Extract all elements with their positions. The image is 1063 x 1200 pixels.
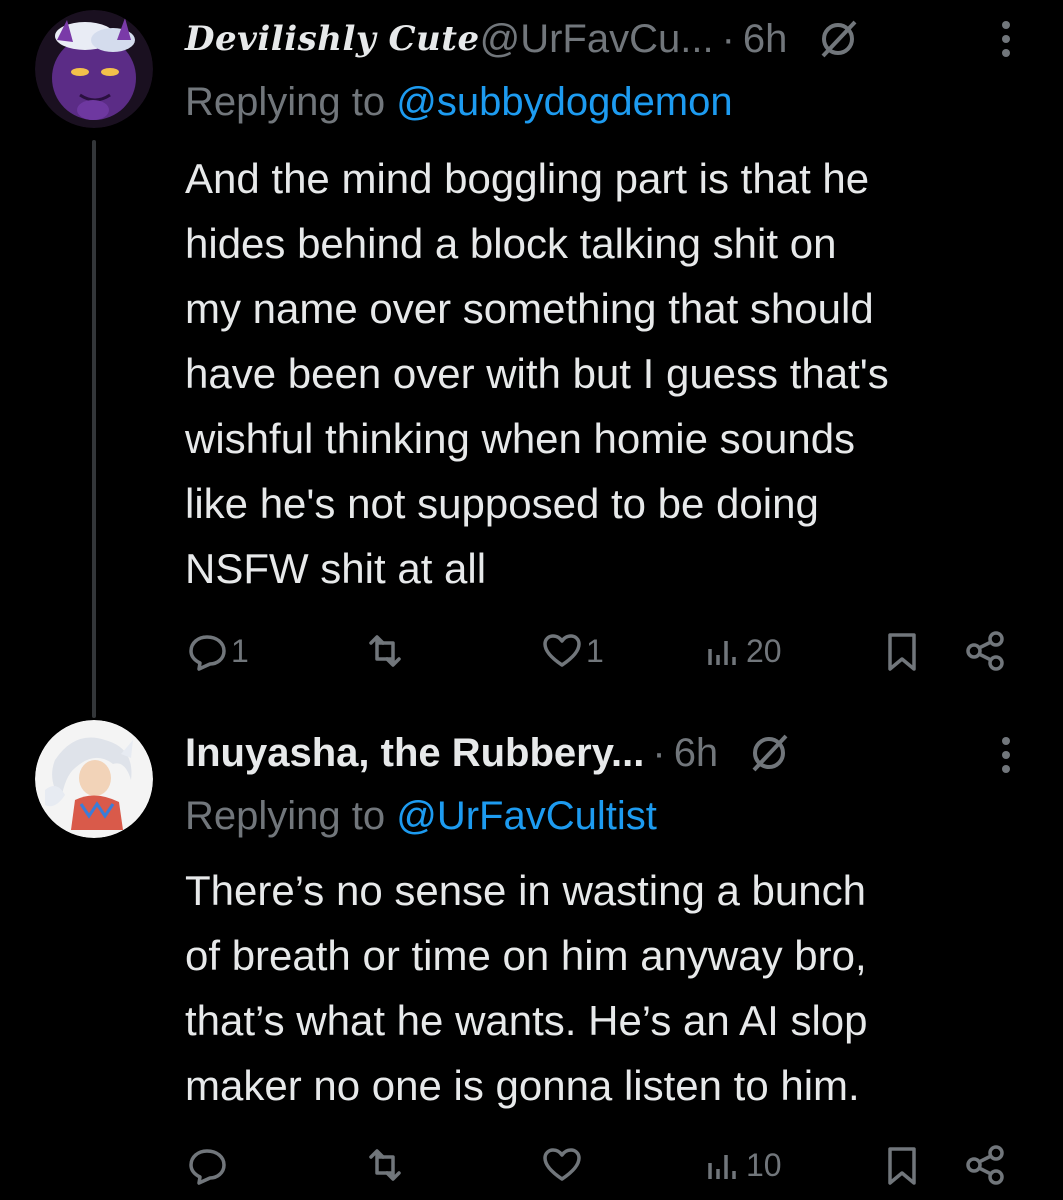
views-icon — [708, 1155, 736, 1179]
like-button[interactable] — [540, 1140, 586, 1190]
bookmark-button[interactable] — [880, 1140, 924, 1190]
action-bar: 10 — [185, 1140, 1015, 1190]
tweet-2[interactable]: Inuyasha, the Rubbery... · 6h Replying t… — [0, 720, 1063, 1200]
bot-label-icon — [815, 16, 861, 62]
display-name[interactable]: Devilishly Cute — [185, 19, 480, 59]
tweet-header: Devilishly Cute @UrFavCu... · 6h — [185, 14, 861, 64]
avatar[interactable] — [35, 720, 153, 838]
like-icon — [543, 634, 581, 667]
replying-to-prefix: Replying to — [185, 80, 397, 124]
share-button[interactable] — [963, 626, 1007, 676]
bookmark-icon — [888, 633, 916, 671]
views-count: 20 — [746, 632, 782, 669]
reply-button[interactable]: 1 — [185, 626, 249, 676]
views-button[interactable]: 20 — [700, 626, 782, 676]
avatar[interactable] — [35, 10, 153, 128]
more-options-icon[interactable] — [999, 732, 1013, 778]
views-count: 10 — [746, 1146, 782, 1183]
separator-dot: · — [652, 730, 666, 775]
replying-to: Replying to @UrFavCultist — [185, 794, 657, 839]
display-name[interactable]: Inuyasha, the Rubbery... — [185, 731, 644, 776]
reply-button[interactable] — [185, 1140, 231, 1190]
timestamp[interactable]: 6h — [674, 731, 719, 776]
repost-button[interactable] — [363, 1140, 409, 1190]
reply-icon — [189, 635, 226, 671]
action-bar: 1 1 20 — [185, 626, 1015, 676]
reply-icon — [189, 1149, 226, 1185]
repost-icon — [369, 635, 401, 667]
replying-to-mention[interactable]: @subbydogdemon — [396, 80, 732, 124]
user-handle[interactable]: @UrFavCu... — [480, 17, 714, 62]
bot-label-icon — [746, 730, 792, 776]
timestamp[interactable]: 6h — [743, 17, 788, 62]
repost-icon — [369, 1149, 401, 1181]
replying-to: Replying to @subbydogdemon — [185, 80, 733, 125]
views-button[interactable]: 10 — [700, 1140, 782, 1190]
replying-to-prefix: Replying to — [185, 794, 397, 838]
like-count: 1 — [586, 632, 604, 669]
tweet-text: There’s no sense in wasting a bunch of b… — [185, 867, 868, 1109]
share-icon — [966, 631, 1004, 671]
separator-dot: · — [721, 16, 735, 61]
like-icon — [543, 1148, 581, 1181]
share-icon — [966, 1145, 1004, 1185]
bookmark-button[interactable] — [880, 626, 924, 676]
reply-count: 1 — [231, 632, 249, 669]
views-icon — [708, 641, 736, 665]
replying-to-mention[interactable]: @UrFavCultist — [396, 794, 657, 838]
like-button[interactable]: 1 — [540, 626, 604, 676]
bookmark-icon — [888, 1147, 916, 1185]
more-options-icon[interactable] — [999, 16, 1013, 62]
share-button[interactable] — [963, 1140, 1007, 1190]
tweet-header: Inuyasha, the Rubbery... · 6h — [185, 728, 792, 778]
tweet-text: And the mind boggling part is that he hi… — [185, 155, 889, 592]
repost-button[interactable] — [363, 626, 409, 676]
tweet-1[interactable]: Devilishly Cute @UrFavCu... · 6h Replyin… — [0, 0, 1063, 720]
